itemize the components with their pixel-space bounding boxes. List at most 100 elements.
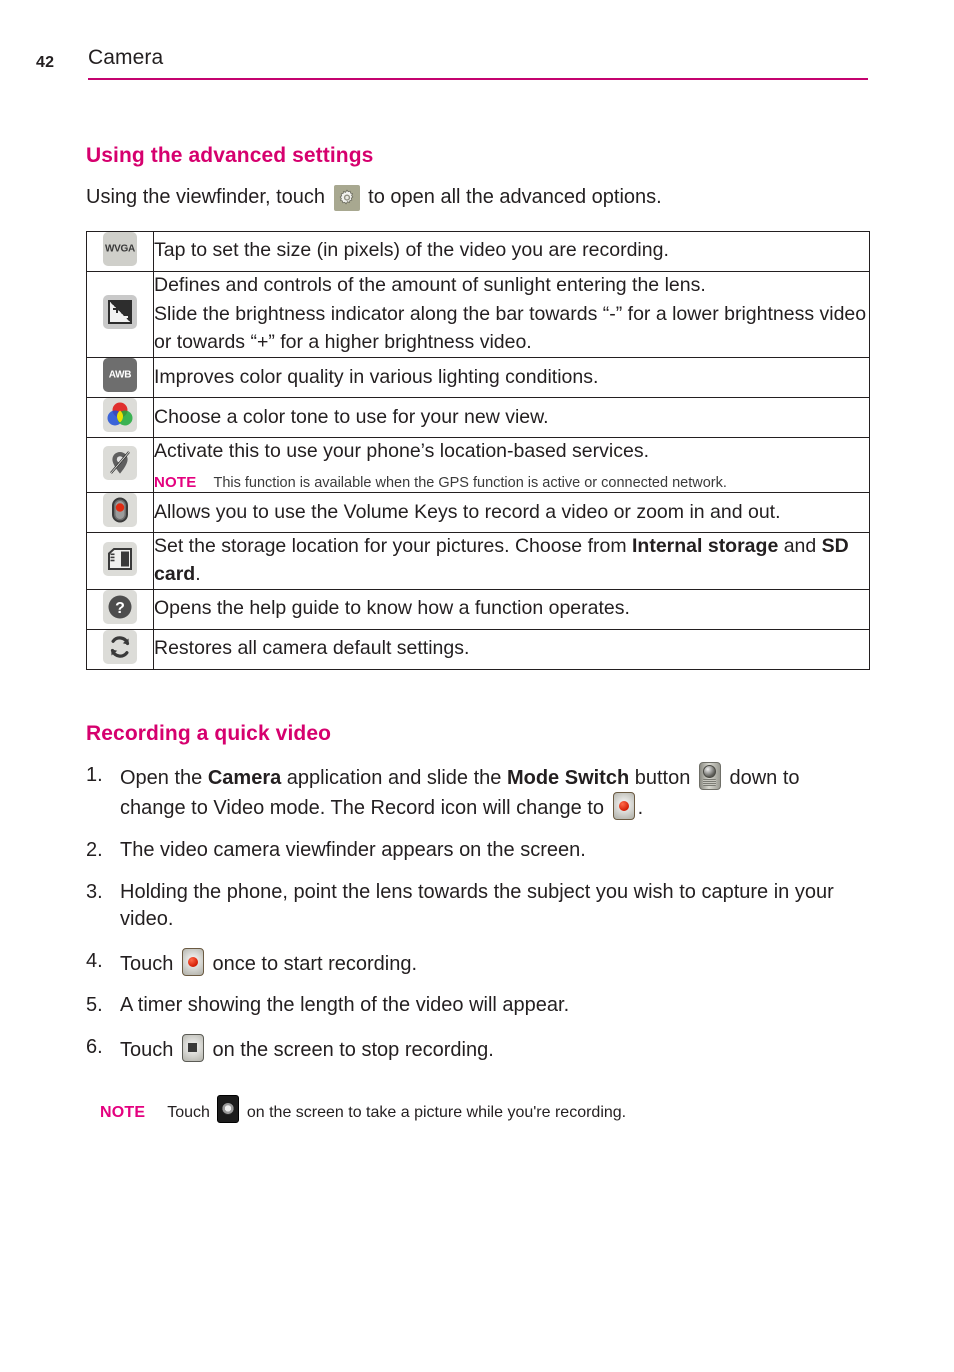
step-text: Holding the phone, point the lens toward… [120,880,834,931]
storage-text-part2: and [778,535,822,558]
step-text-p1: Touch [120,1038,179,1061]
table-row: Restores all camera default settings. [86,628,870,670]
icon-cell: ? [86,588,154,630]
icon-cell [86,396,154,438]
advanced-settings-table: WVGA Tap to set the size (in pixels) of … [86,230,870,670]
reset-icon[interactable] [103,629,137,664]
page-title: Camera [88,46,164,69]
list-item: 2. The video camera viewfinder appears on… [86,837,870,865]
intro-text-after: to open all the advanced options. [368,186,662,208]
bottom-note-before: Touch [167,1103,210,1121]
stop-recording-icon[interactable] [181,1033,204,1062]
row-text: Choose a color tone to use for your new … [154,405,549,428]
table-row: Set the storage location for your pictur… [86,532,870,590]
exposure-brightness-icon[interactable] [103,294,137,329]
help-icon[interactable]: ? [103,589,137,624]
icon-cell: AWB [86,356,154,398]
step-number: 6. [86,1035,103,1058]
table-row: ? Opens the help guide to know how a fun… [86,588,870,630]
geotag-location-icon[interactable] [103,445,137,480]
section-heading-advanced-settings: Using the advanced settings [86,144,374,167]
list-item: 1. Open the Camera application and slide … [86,761,870,823]
step-text: A timer showing the length of the video … [120,994,570,1017]
advanced-settings-intro: Using the viewfinder, touch to open all … [86,184,870,211]
record-icon[interactable] [181,947,204,976]
white-balance-icon-label: AWB [108,369,132,381]
list-item: 3. Holding the phone, point the lens towa… [86,879,870,934]
record-icon[interactable] [612,792,635,821]
row-note: NOTE This function is available when the … [154,473,869,493]
minus-stroke [120,315,128,318]
shutter-ring [222,1102,235,1115]
storage-option-internal: Internal storage [632,535,779,558]
mode-switch-grip [702,778,716,786]
step-number: 2. [86,838,103,861]
exposure-icon-graphic [108,299,132,324]
svg-text:?: ? [115,600,125,617]
list-item: 5. A timer showing the length of the vide… [86,992,870,1020]
icon-cell: WVGA [86,230,154,272]
header-rule [88,78,868,80]
section-heading-recording-quick-video: Recording a quick video [86,721,332,745]
table-row: Allows you to use the Volume Keys to rec… [86,492,870,534]
description-cell: Tap to set the size (in pixels) of the v… [153,230,870,272]
step-bold-camera: Camera [207,766,282,789]
table-row: Defines and controls of the amount of su… [86,270,870,358]
storage-sd-card-icon[interactable] [103,541,137,576]
plus-vertical-stroke [116,304,118,313]
note-label: NOTE [154,473,197,491]
table-row: Choose a color tone to use for your new … [86,396,870,438]
row-text: Opens the help guide to know how a funct… [154,597,630,620]
intro-text-before: Using the viewfinder, touch [86,186,326,208]
step-number: 5. [86,994,103,1017]
icon-cell [86,492,154,534]
row-text: Activate this to use your phone’s locati… [154,439,649,462]
mode-switch-lens [702,764,716,778]
icon-cell [86,532,154,590]
note-label: NOTE [100,1103,146,1121]
table-row: WVGA Tap to set the size (in pixels) of … [86,230,870,272]
step-number: 3. [86,880,103,903]
camera-shutter-icon[interactable] [217,1094,240,1123]
step-text-p3: button [629,766,696,789]
color-effect-icon[interactable] [103,397,137,432]
step-text-p2: once to start recording. [206,952,418,975]
stop-square [188,1043,198,1053]
gear-icon[interactable] [333,184,360,211]
step-text-p1: Open the [120,766,208,789]
storage-text-part1: Set the storage location for your pictur… [154,535,632,558]
description-cell: Opens the help guide to know how a funct… [153,588,870,630]
row-text: Tap to set the size (in pixels) of the v… [154,239,669,262]
row-text: Allows you to use the Volume Keys to rec… [154,501,781,524]
bottom-note: NOTE Touch on the screen to take a pictur… [86,1094,870,1124]
list-item: 4. Touch once to start recording. [86,947,870,979]
step-bold-mode-switch: Mode Switch [506,766,630,789]
table-row: Activate this to use your phone’s locati… [86,436,870,494]
row-text-line2: Slide the brightness indicator along the… [154,303,867,354]
mode-switch-icon[interactable] [698,761,721,790]
description-cell: Choose a color tone to use for your new … [153,396,870,438]
row-text: Restores all camera default settings. [154,637,470,660]
step-number: 1. [86,763,103,786]
row-text: Set the storage location for your pictur… [154,533,869,588]
storage-text-part3: . [195,563,201,586]
step-number: 4. [86,949,103,972]
record-dot [618,801,629,812]
icon-cell [86,436,154,494]
description-cell: Restores all camera default settings. [153,628,870,670]
note-text: This function is available when the GPS … [213,474,727,491]
step-text-p1: Touch [120,952,179,975]
wvga-icon-label: WVGA [105,243,135,255]
icon-cell [86,628,154,670]
description-cell: Allows you to use the Volume Keys to rec… [153,492,870,534]
description-cell: Activate this to use your phone’s locati… [153,436,870,494]
white-balance-icon[interactable]: AWB [103,357,137,392]
table-row: AWB Improves color quality in various li… [86,356,870,398]
list-item: 6. Touch on the screen to stop recording. [86,1033,870,1065]
bottom-note-after: on the screen to take a picture while yo… [246,1103,627,1121]
volume-key-icon[interactable] [103,493,137,528]
page-content: Using the advanced settings Using the vi… [86,144,870,1140]
page-number: 42 [36,54,55,71]
wvga-icon[interactable]: WVGA [103,231,137,266]
row-text: Improves color quality in various lighti… [154,365,599,388]
